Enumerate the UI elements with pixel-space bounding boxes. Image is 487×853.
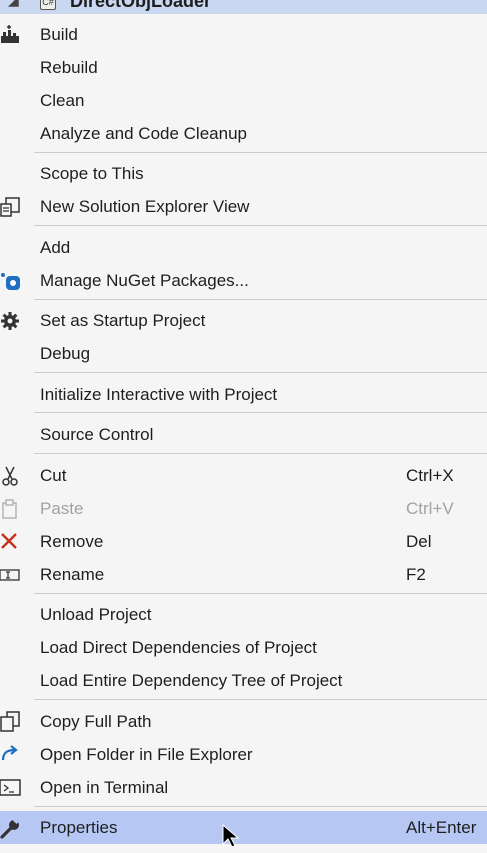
menu-item-new-solution-explorer-view[interactable]: New Solution Explorer View [0,190,487,223]
shortcut-text: Ctrl+X [406,466,454,485]
menu-item-label: Scope to This [40,164,144,183]
menu-item-label: Load Entire Dependency Tree of Project [40,671,343,690]
terminal-icon [0,777,22,799]
menu-separator [34,806,487,807]
menu-separator [34,152,487,153]
expand-arrow-icon[interactable]: ◢ [8,0,19,9]
menu-item-load-dependency-tree[interactable]: Load Entire Dependency Tree of Project [0,664,487,697]
scissors-icon [0,465,22,487]
menu-item-label: Build [40,25,78,44]
menu-item-load-direct-dependencies[interactable]: Load Direct Dependencies of Project [0,631,487,664]
menu-item-label: Paste [40,499,84,518]
menu-separator [34,299,487,300]
menu-item-open-folder-explorer[interactable]: Open Folder in File Explorer [0,738,487,771]
new-view-icon [0,196,22,218]
menu-item-source-control[interactable]: Source Control [0,418,487,451]
build-icon [0,24,22,46]
menu-item-rename[interactable]: Rename F2 [0,558,487,591]
menu-item-label: Unload Project [40,605,152,624]
menu-item-clean[interactable]: Clean [0,84,487,117]
menu-item-label: New Solution Explorer View [40,197,250,216]
menu-item-label: Debug [40,344,91,363]
menu-item-unload-project[interactable]: Unload Project [0,598,487,631]
csharp-project-icon: C# [40,0,56,10]
menu-item-label: Cut [40,466,67,485]
menu-item-initialize-interactive[interactable]: Initialize Interactive with Project [0,378,487,411]
rename-icon [0,564,22,586]
menu-item-add[interactable]: Add [0,231,487,264]
solution-explorer-project-row[interactable]: ◢ C# DirectObjLoader [0,0,487,14]
menu-separator [34,453,487,454]
nuget-icon [0,270,22,292]
shortcut-text: Alt+Enter [406,818,477,837]
menu-item-set-startup-project[interactable]: Set as Startup Project [0,304,487,337]
shortcut-text: Ctrl+V [406,499,454,518]
menu-item-label: Load Direct Dependencies of Project [40,638,317,657]
menu-item-cut[interactable]: Cut Ctrl+X [0,459,487,492]
menu-item-rebuild[interactable]: Rebuild [0,51,487,84]
project-name: DirectObjLoader [70,0,212,11]
menu-item-label: Analyze and Code Cleanup [40,124,247,143]
mouse-pointer-icon [222,823,246,848]
menu-separator [34,372,487,373]
menu-item-label: Set as Startup Project [40,311,206,330]
menu-item-copy-full-path[interactable]: Copy Full Path [0,705,487,738]
menu-item-label: Copy Full Path [40,712,152,731]
menu-item-manage-nuget[interactable]: Manage NuGet Packages... [0,264,487,297]
menu-item-scope-to-this[interactable]: Scope to This [0,157,487,190]
shortcut-text: Del [406,532,432,551]
copy-icon [0,711,22,733]
menu-item-label: Clean [40,91,85,110]
open-folder-arrow-icon [0,744,22,766]
paste-icon [0,498,22,520]
wrench-icon [0,817,22,839]
shortcut-text: F2 [406,565,426,584]
menu-separator [34,593,487,594]
menu-item-label: Rebuild [40,58,98,77]
menu-item-debug[interactable]: Debug [0,337,487,370]
menu-item-label: Rename [40,565,105,584]
menu-item-paste[interactable]: Paste Ctrl+V [0,492,487,525]
menu-item-label: Source Control [40,425,154,444]
menu-separator [34,225,487,226]
menu-separator [34,699,487,700]
menu-item-label: Open Folder in File Explorer [40,745,253,764]
menu-item-label: Properties [40,818,118,837]
context-menu: Build Rebuild Clean Analyze and Code Cle… [0,14,487,846]
menu-item-label: Open in Terminal [40,778,169,797]
menu-item-analyze-cleanup[interactable]: Analyze and Code Cleanup [0,117,487,150]
remove-x-icon [0,531,22,553]
menu-item-label: Manage NuGet Packages... [40,271,249,290]
menu-item-label: Initialize Interactive with Project [40,385,278,404]
menu-separator [34,412,487,413]
menu-item-open-in-terminal[interactable]: Open in Terminal [0,771,487,804]
menu-item-remove[interactable]: Remove Del [0,525,487,558]
menu-item-build[interactable]: Build [0,18,487,51]
gear-icon [0,310,22,332]
menu-item-label: Add [40,238,71,257]
menu-item-label: Remove [40,532,104,551]
